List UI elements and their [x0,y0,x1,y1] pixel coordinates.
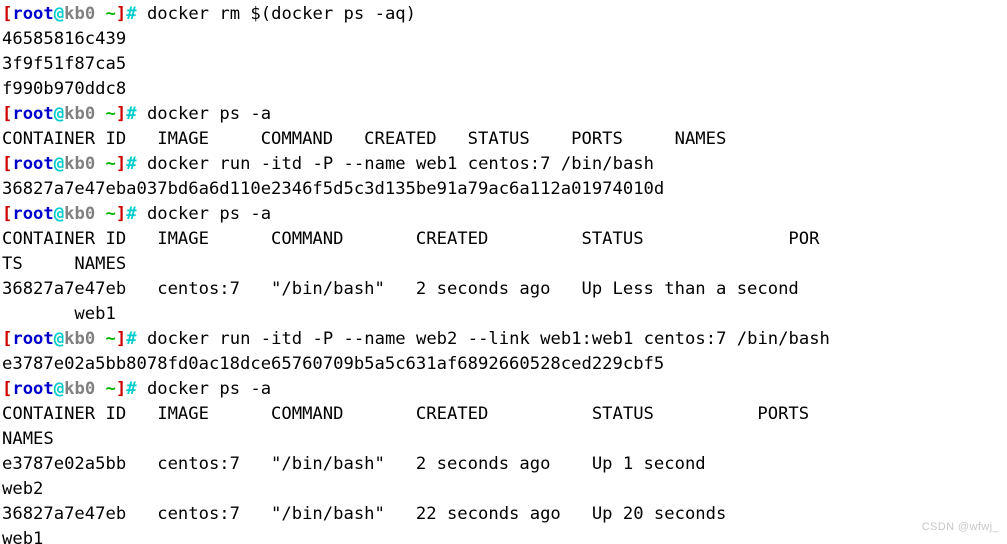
prompt-at-sign: @ [53,379,65,399]
terminal-output-line: 36827a7e47eb centos:7 "/bin/bash" 22 sec… [2,502,830,527]
prompt-symbol: # [126,204,137,224]
prompt-open-bracket: [ [2,4,13,24]
prompt-close-bracket: ] [115,104,127,124]
terminal-command: docker ps -a [136,104,272,124]
prompt-user: root [12,379,54,399]
prompt-close-bracket: ] [115,154,127,174]
terminal-prompt-line: [root@kb0 ~]# docker ps -a [2,202,830,227]
terminal-output-text: web1 [2,529,44,544]
prompt-path: ~ [95,4,116,24]
prompt-open-bracket: [ [2,204,13,224]
terminal-prompt-line: [root@kb0 ~]# docker rm $(docker ps -aq) [2,2,830,27]
prompt-user: root [12,104,54,124]
prompt-user: root [12,4,54,24]
prompt-host: kb0 [64,329,96,349]
terminal-output-line: 36827a7e47eba037bd6a6d110e2346f5d5c3d135… [2,177,830,202]
terminal-command: docker rm $(docker ps -aq) [136,4,416,24]
terminal-output-text: NAMES [2,429,54,449]
terminal-output-line: web1 [2,302,830,327]
terminal-output-text: web2 [2,479,44,499]
terminal-output-area[interactable]: [root@kb0 ~]# docker rm $(docker ps -aq)… [0,0,830,544]
prompt-host: kb0 [64,104,96,124]
prompt-symbol: # [126,329,137,349]
prompt-open-bracket: [ [2,104,13,124]
prompt-at-sign: @ [53,4,65,24]
prompt-symbol: # [126,4,137,24]
terminal-output-line: TS NAMES [2,252,830,277]
terminal-output-text: 36827a7e47eb centos:7 "/bin/bash" 22 sec… [2,504,727,524]
prompt-at-sign: @ [53,154,65,174]
prompt-close-bracket: ] [115,4,127,24]
prompt-host: kb0 [64,379,96,399]
prompt-host: kb0 [64,4,96,24]
terminal-output-line: e3787e02a5bb8078fd0ac18dce65760709b5a5c6… [2,352,830,377]
prompt-at-sign: @ [53,204,65,224]
prompt-user: root [12,329,54,349]
terminal-prompt-line: [root@kb0 ~]# docker ps -a [2,102,830,127]
terminal-output-line: web2 [2,477,830,502]
prompt-path: ~ [95,104,116,124]
terminal-output-line: 3f9f51f87ca5 [2,52,830,77]
terminal-output-line: CONTAINER ID IMAGE COMMAND CREATED STATU… [2,227,830,252]
terminal-prompt-line: [root@kb0 ~]# docker run -itd -P --name … [2,327,830,352]
terminal-output-line: 46585816c439 [2,27,830,52]
prompt-close-bracket: ] [115,204,127,224]
terminal-output-line: 36827a7e47eb centos:7 "/bin/bash" 2 seco… [2,277,830,302]
terminal-output-text: TS NAMES [2,254,127,274]
terminal-output-text: 36827a7e47eba037bd6a6d110e2346f5d5c3d135… [2,179,665,199]
prompt-open-bracket: [ [2,329,13,349]
watermark: CSDN @wfwj_ [921,521,999,533]
terminal-output-text: CONTAINER ID IMAGE COMMAND CREATED STATU… [2,229,820,249]
terminal-command: docker ps -a [136,379,272,399]
terminal-command: docker ps -a [136,204,272,224]
terminal-prompt-line: [root@kb0 ~]# docker run -itd -P --name … [2,152,830,177]
prompt-path: ~ [95,204,116,224]
terminal-output-line: f990b970ddc8 [2,77,830,102]
prompt-path: ~ [95,379,116,399]
prompt-path: ~ [95,154,116,174]
terminal-output-text: 36827a7e47eb centos:7 "/bin/bash" 2 seco… [2,279,799,299]
terminal-output-text: e3787e02a5bb centos:7 "/bin/bash" 2 seco… [2,454,706,474]
terminal-output-text: e3787e02a5bb8078fd0ac18dce65760709b5a5c6… [2,354,665,374]
prompt-at-sign: @ [53,104,65,124]
terminal-command: docker run -itd -P --name web1 centos:7 … [136,154,654,174]
terminal-output-line: CONTAINER ID IMAGE COMMAND CREATED STATU… [2,402,830,427]
prompt-user: root [12,154,54,174]
terminal-prompt-line: [root@kb0 ~]# docker ps -a [2,377,830,402]
terminal-output-line: CONTAINER ID IMAGE COMMAND CREATED STATU… [2,127,830,152]
terminal-output-text: web1 [2,304,116,324]
terminal-output-line: web1 [2,527,830,544]
terminal-window[interactable]: [root@kb0 ~]# docker rm $(docker ps -aq)… [0,0,1007,544]
terminal-command: docker run -itd -P --name web2 --link we… [136,329,830,349]
prompt-open-bracket: [ [2,379,13,399]
terminal-output-text: 3f9f51f87ca5 [2,54,127,74]
terminal-output-line: NAMES [2,427,830,452]
prompt-close-bracket: ] [115,379,127,399]
terminal-output-text: CONTAINER ID IMAGE COMMAND CREATED STATU… [2,404,810,424]
prompt-symbol: # [126,104,137,124]
prompt-symbol: # [126,379,137,399]
prompt-symbol: # [126,154,137,174]
prompt-host: kb0 [64,154,96,174]
prompt-host: kb0 [64,204,96,224]
terminal-output-text: CONTAINER ID IMAGE COMMAND CREATED STATU… [2,129,727,149]
prompt-open-bracket: [ [2,154,13,174]
terminal-output-text: f990b970ddc8 [2,79,127,99]
terminal-output-text: 46585816c439 [2,29,127,49]
terminal-output-line: e3787e02a5bb centos:7 "/bin/bash" 2 seco… [2,452,830,477]
prompt-at-sign: @ [53,329,65,349]
prompt-user: root [12,204,54,224]
prompt-path: ~ [95,329,116,349]
prompt-close-bracket: ] [115,329,127,349]
